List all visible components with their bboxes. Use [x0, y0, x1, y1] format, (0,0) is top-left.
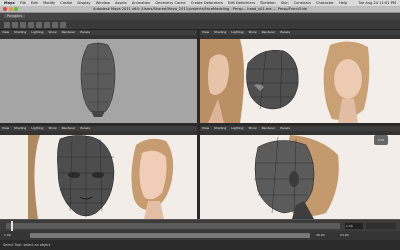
- time-slider[interactable]: 1.00: [0, 219, 400, 231]
- window-title: Autodesk Maya 2011 x64: /Users/Shared/Ma…: [93, 7, 307, 11]
- menu-assets[interactable]: Assets: [115, 1, 127, 5]
- panel-menu-lighting[interactable]: Lighting: [31, 126, 43, 130]
- reference-images: [200, 39, 400, 123]
- menu-edit-deformers[interactable]: Edit Deformers: [228, 1, 255, 5]
- side-panel-button[interactable]: Edit: [374, 135, 388, 145]
- range-start-field[interactable]: 1.00: [4, 233, 11, 238]
- menu-skin[interactable]: Skin: [281, 1, 289, 5]
- range-end-field[interactable]: 48.00: [316, 233, 325, 238]
- help-text: Select Tool: select an object: [3, 243, 51, 247]
- shelf-tool-icon[interactable]: [20, 22, 26, 28]
- panel-menu-shading[interactable]: Shading: [214, 126, 226, 130]
- mode-selector[interactable]: Polygons: [4, 14, 26, 18]
- time-ruler[interactable]: [6, 223, 340, 229]
- viewport-canvas[interactable]: Edit: [200, 135, 400, 219]
- viewport-side[interactable]: View Shading Lighting Show Renderer Panels Ed…: [200, 126, 400, 219]
- panel-menu-lighting[interactable]: Lighting: [231, 30, 243, 34]
- shelf: [0, 20, 400, 30]
- viewport-canvas[interactable]: [0, 135, 197, 219]
- menu-help[interactable]: Help: [339, 1, 347, 5]
- panel-menu-shading[interactable]: Shading: [14, 30, 26, 34]
- panel-menu-lighting[interactable]: Lighting: [31, 30, 43, 34]
- front-model-and-reference: [0, 135, 197, 219]
- close-window-button[interactable]: [3, 7, 7, 11]
- viewport-persp[interactable]: View Shading Lighting Show Renderer Panels: [200, 30, 400, 123]
- panel-menu-show[interactable]: Show: [248, 30, 256, 34]
- menu-create-deformers[interactable]: Create Deformers: [191, 1, 223, 5]
- menu-create[interactable]: Create: [60, 1, 72, 5]
- head-top-model: [80, 42, 116, 117]
- panel-menu-view[interactable]: View: [2, 126, 9, 130]
- panel-menu-panels[interactable]: Panels: [280, 30, 290, 34]
- shelf-tool-icon[interactable]: [52, 22, 58, 28]
- panel-menu-renderer[interactable]: Renderer: [262, 126, 276, 130]
- panel-menu-panels[interactable]: Panels: [80, 30, 90, 34]
- panel-menu-view[interactable]: View: [202, 30, 209, 34]
- window-title-bar: Autodesk Maya 2011 x64: /Users/Shared/Ma…: [0, 6, 400, 13]
- playback-controls[interactable]: [366, 223, 396, 229]
- current-time-field[interactable]: 1.00: [345, 223, 363, 229]
- panel-menu-renderer[interactable]: Renderer: [62, 126, 76, 130]
- shelf-tool-icon[interactable]: [4, 22, 10, 28]
- shelf-tool-icon[interactable]: [36, 22, 42, 28]
- viewport-canvas[interactable]: [200, 39, 400, 123]
- panel-menu-panels[interactable]: Panels: [80, 126, 90, 130]
- panel-menu-show[interactable]: Show: [48, 30, 56, 34]
- menu-constrain[interactable]: Constrain: [294, 1, 311, 5]
- range-slider: 1.00 48.00 24.00: [0, 231, 400, 240]
- panel-menu-show[interactable]: Show: [248, 126, 256, 130]
- viewport-canvas[interactable]: [0, 39, 197, 123]
- menu-animation[interactable]: Animation: [132, 1, 150, 5]
- menu-geometry-cache[interactable]: Geometry Cache: [155, 1, 185, 5]
- minimize-window-button[interactable]: [8, 7, 13, 11]
- panel-menu-shading[interactable]: Shading: [214, 30, 226, 34]
- range-slider-bar[interactable]: [30, 233, 310, 238]
- viewport-front[interactable]: View Shading Lighting Show Renderer Panels: [0, 126, 197, 219]
- side-model-and-reference: [200, 135, 400, 219]
- panel-menu-show[interactable]: Show: [48, 126, 56, 130]
- menu-modify[interactable]: Modify: [43, 1, 55, 5]
- zoom-window-button[interactable]: [14, 7, 18, 11]
- app-menu[interactable]: Maya: [4, 1, 15, 5]
- panel-menu-view[interactable]: View: [2, 30, 9, 34]
- panel-menu-renderer[interactable]: Renderer: [62, 30, 76, 34]
- pane-divider-horizontal[interactable]: [0, 123, 400, 126]
- shelf-tool-icon[interactable]: [60, 22, 66, 28]
- range-right-field[interactable]: 24.00: [340, 233, 349, 238]
- panel-menu-shading[interactable]: Shading: [14, 126, 26, 130]
- shelf-tool-icon[interactable]: [44, 22, 50, 28]
- menu-edit[interactable]: Edit: [31, 1, 38, 5]
- menu-file[interactable]: File: [20, 1, 26, 5]
- menu-display[interactable]: Display: [77, 1, 90, 5]
- shelf-tool-icon[interactable]: [12, 22, 18, 28]
- shelf-tool-icon[interactable]: [28, 22, 34, 28]
- menu-character[interactable]: Character: [316, 1, 334, 5]
- panel-menu-renderer[interactable]: Renderer: [262, 30, 276, 34]
- menu-window[interactable]: Window: [96, 1, 110, 5]
- panel-menu-view[interactable]: View: [202, 126, 209, 130]
- status-line: Polygons: [0, 13, 400, 20]
- viewport-top[interactable]: View Shading Lighting Show Renderer Panels: [0, 30, 197, 123]
- panel-menu-panels[interactable]: Panels: [280, 126, 290, 130]
- panel-menu-lighting[interactable]: Lighting: [231, 126, 243, 130]
- menu-skeleton[interactable]: Skeleton: [260, 1, 276, 5]
- current-time-marker[interactable]: [11, 221, 13, 231]
- help-line: Select Tool: select an object: [0, 240, 400, 250]
